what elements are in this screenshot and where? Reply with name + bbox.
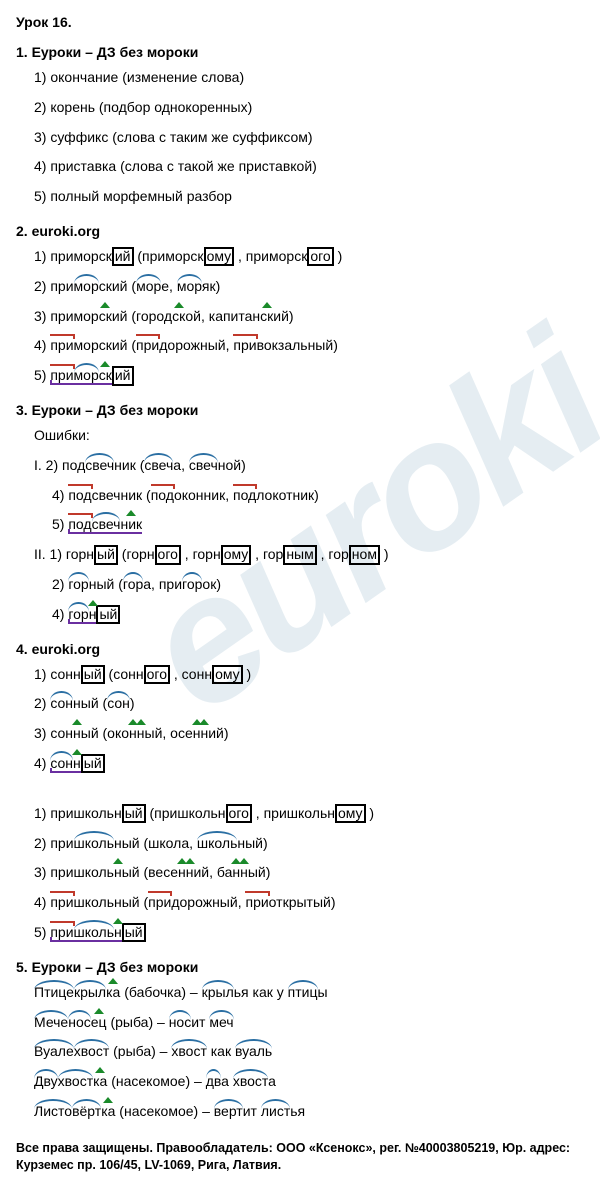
list-item: 2) пришкольный (школа, школьный) <box>34 832 584 856</box>
list-item: 4) сонный <box>34 752 584 776</box>
document-content: Урок 16. 1. Еуроки – ДЗ без мороки 1) ок… <box>16 14 584 1175</box>
list-item: 1) сонный (сонного , сонному ) <box>34 663 584 687</box>
section-5-title: 5. Еуроки – ДЗ без мороки <box>16 959 584 975</box>
footer-text: Все права защищены. Правообладатель: ООО… <box>16 1140 584 1175</box>
section-3-intro: Ошибки: <box>34 424 584 448</box>
list-item: 4) горный <box>52 603 584 627</box>
list-item: 1) окончание (изменение слова) <box>34 66 584 90</box>
list-item: Двухвостка (насекомое) – два хвоста <box>34 1070 584 1094</box>
list-item: Вуалехвост (рыба) – хвост как вуаль <box>34 1040 584 1064</box>
list-item: 4) подсвечник (подоконник, подлокотник) <box>52 484 584 508</box>
list-item: 3) сонный (оконный, осенний) <box>34 722 584 746</box>
section-1-title: 1. Еуроки – ДЗ без мороки <box>16 44 584 60</box>
list-item: 3) суффикс (слова с таким же суффиксом) <box>34 126 584 150</box>
list-item: 5) приморский <box>34 364 584 388</box>
list-item: 2) сонный (сон) <box>34 692 584 716</box>
list-item: I. 2) подсвечник (свеча, свечной) <box>34 454 584 478</box>
list-item: 2) приморский (море, моряк) <box>34 275 584 299</box>
list-item: 5) подсвечник <box>52 513 584 537</box>
list-item: 1) приморский (приморскому , приморского… <box>34 245 584 269</box>
section-3-title: 3. Еуроки – ДЗ без мороки <box>16 402 584 418</box>
list-item: 2) горный (гора, пригорок) <box>52 573 584 597</box>
list-item: 3) пришкольный (весенний, банный) <box>34 861 584 885</box>
list-item: Птицекрылка (бабочка) – крылья как у пти… <box>34 981 584 1005</box>
list-item: Меченосец (рыба) – носит меч <box>34 1011 584 1035</box>
list-item: 4) приставка (слова с такой же приставко… <box>34 155 584 179</box>
lesson-title: Урок 16. <box>16 14 584 30</box>
list-item: 3) приморский (городской, капитанский) <box>34 305 584 329</box>
list-item: 2) корень (подбор однокоренных) <box>34 96 584 120</box>
section-2-title: 2. euroki.org <box>16 223 584 239</box>
list-item: 4) пришкольный (придорожный, приоткрытый… <box>34 891 584 915</box>
list-item: II. 1) горный (горного , горному , горны… <box>34 543 584 567</box>
list-item: 4) приморский (придорожный, привокзальны… <box>34 334 584 358</box>
list-item: 5) пришкольный <box>34 921 584 945</box>
list-item: 1) пришкольный (пришкольного , пришкольн… <box>34 802 584 826</box>
list-item: 5) полный морфемный разбор <box>34 185 584 209</box>
section-4-title: 4. euroki.org <box>16 641 584 657</box>
